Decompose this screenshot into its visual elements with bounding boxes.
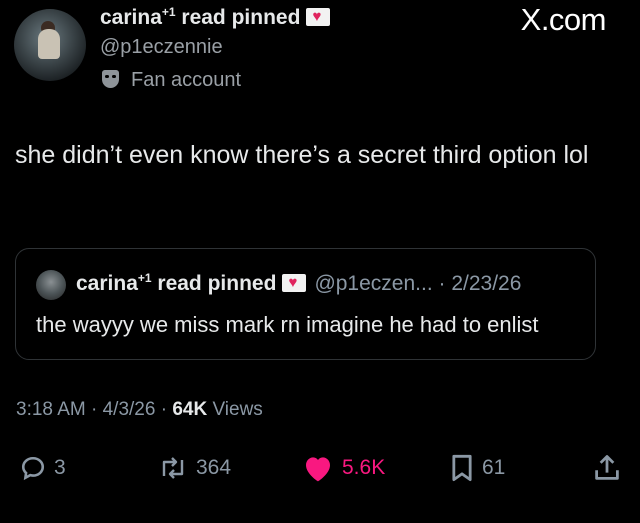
share-icon [595, 455, 619, 480]
account-label-text: Fan account [131, 69, 242, 91]
quote-avatar [36, 270, 66, 300]
site-watermark: X.com [520, 2, 607, 37]
reply-count: 3 [54, 456, 66, 479]
quote-header: carina+1 read pinned @p1eczen... · 2/23/2… [76, 272, 521, 296]
like-count: 5.6K [342, 456, 386, 479]
repost-icon [162, 457, 184, 479]
views-count: 64K [172, 399, 208, 420]
action-bar: 3 364 5.6K 61 [0, 450, 640, 490]
quote-author-name: carina+1 read pinned [76, 272, 276, 295]
like-button[interactable]: 5.6K [302, 450, 385, 486]
heart-icon [306, 457, 330, 482]
bookmark-icon [452, 454, 472, 482]
share-button[interactable] [593, 450, 621, 486]
reply-button[interactable]: 3 [20, 450, 66, 486]
heart-envelope-icon [306, 7, 331, 27]
heart-envelope-icon [282, 273, 307, 293]
quote-name-suffix: read pinned [157, 272, 277, 295]
reply-icon [21, 456, 45, 481]
bookmark-button[interactable]: 61 [450, 450, 505, 486]
author-handle[interactable]: @p1eczennie [100, 36, 223, 59]
quote-name-sup: +1 [137, 271, 152, 285]
mask-icon [102, 70, 119, 88]
tweet-meta: 3:18 AM · 4/3/26 · 64K Views [16, 399, 263, 421]
profile-avatar[interactable] [14, 9, 86, 81]
views-label: Views [207, 399, 263, 420]
author-name-text: carina [100, 6, 162, 29]
quoted-tweet[interactable]: carina+1 read pinned @p1eczen... · 2/23/2… [15, 248, 596, 360]
repost-count: 364 [196, 456, 232, 479]
quote-text: the wayyy we miss mark rn imagine he had… [36, 312, 539, 337]
author-name-suffix: read pinned [181, 6, 301, 29]
account-label: Fan account [102, 69, 241, 92]
tweet-text: she didn’t even know there’s a secret th… [15, 141, 589, 169]
quote-name-text: carina [76, 272, 138, 295]
author-name-sup: +1 [161, 5, 176, 19]
avatar-figure [38, 29, 60, 59]
repost-button[interactable]: 364 [158, 450, 231, 486]
quote-handle-date: @p1eczen... · 2/23/26 [314, 272, 522, 295]
bookmark-count: 61 [482, 456, 506, 479]
time-date: 3:18 AM · 4/3/26 · [16, 399, 173, 420]
author-name[interactable]: carina+1 read pinned [100, 5, 331, 30]
